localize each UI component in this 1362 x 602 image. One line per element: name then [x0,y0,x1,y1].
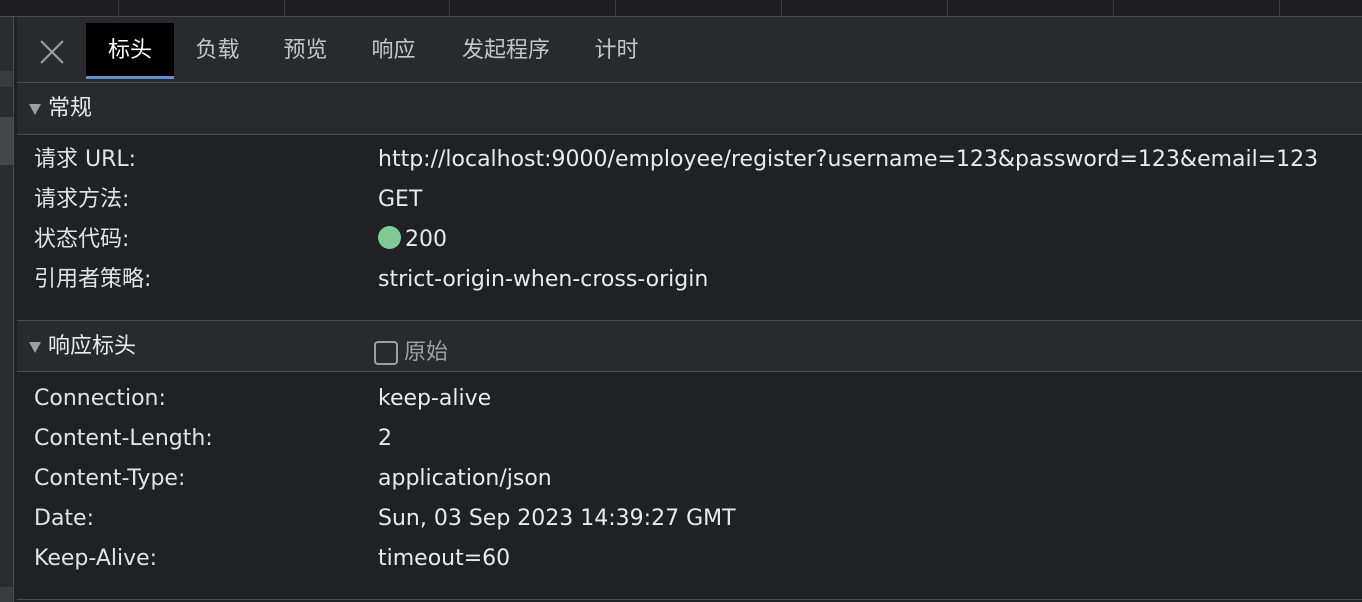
general-row-referrer-policy: 引用者策略: strict-origin-when-cross-origin [17,260,1362,300]
response-header-row: Content-Type: application/json [17,459,1362,499]
header-key: 请求方法: [34,187,130,212]
column-separator [781,0,782,17]
raw-checkbox[interactable] [374,341,398,365]
header-value: GET [378,187,423,212]
column-separator [1279,0,1280,17]
header-value: strict-origin-when-cross-origin [378,267,709,292]
header-value: http://localhost:9000/employee/register?… [378,147,1319,172]
gutter-selected-row[interactable] [0,117,13,165]
header-key: Content-Type: [34,466,186,491]
header-key: Keep-Alive: [34,546,158,571]
response-header-row: Keep-Alive: timeout=60 [17,539,1362,579]
general-row-status: 状态代码: 200 [17,220,1362,260]
status-ok-icon [378,226,401,249]
response-headers-section-title: 响应标头 [48,334,137,359]
close-icon [40,40,64,64]
devtools-network-details: 标头 负载 预览 响应 发起程序 计时 常规 请求 URL: http://lo… [0,0,1362,602]
details-tab-bar: 标头 负载 预览 响应 发起程序 计时 [17,17,1362,83]
gutter-row [0,71,13,87]
divider [17,599,1362,600]
header-value: timeout=60 [378,546,511,571]
header-key: 引用者策略: [34,267,152,292]
general-section-header[interactable]: 常规 [17,83,1362,135]
tab-preview[interactable]: 预览 [268,23,343,79]
triangle-down-icon[interactable] [29,104,41,115]
close-button[interactable] [37,37,67,67]
tab-initiator[interactable]: 发起程序 [445,23,567,79]
column-separator [1113,0,1114,17]
network-grid-remnant [0,0,1362,17]
raw-label: 原始 [404,340,449,365]
response-header-row: Date: Sun, 03 Sep 2023 14:39:27 GMT [17,499,1362,539]
header-key: 状态代码: [34,227,130,252]
column-separator [118,0,119,17]
header-key: Connection: [34,386,166,411]
general-section-title: 常规 [48,96,93,121]
header-value: 2 [378,426,392,451]
header-value: application/json [378,466,552,491]
request-list-gutter [0,17,14,602]
tab-response[interactable]: 响应 [356,23,431,79]
column-separator [284,0,285,17]
tab-payload[interactable]: 负载 [180,23,255,79]
column-separator [449,0,450,17]
header-key: Content-Length: [34,426,213,451]
header-key: 请求 URL: [34,147,137,172]
column-separator [947,0,948,17]
response-headers-section-header[interactable]: 响应标头 原始 [17,320,1362,372]
column-separator [615,0,616,17]
tab-timing[interactable]: 计时 [579,23,654,79]
triangle-down-icon[interactable] [29,342,41,353]
general-row-url: 请求 URL: http://localhost:9000/employee/r… [17,140,1362,180]
response-header-row: Content-Length: 2 [17,419,1362,459]
response-header-row: Connection: keep-alive [17,379,1362,419]
header-key: Date: [34,506,94,531]
header-value: Sun, 03 Sep 2023 14:39:27 GMT [378,506,736,531]
status-value: 200 [378,220,447,260]
header-value: keep-alive [378,386,492,411]
request-details-panel: 标头 负载 预览 响应 发起程序 计时 常规 请求 URL: http://lo… [17,17,1362,602]
status-code: 200 [405,227,447,252]
gutter-row [0,587,13,602]
tab-headers[interactable]: 标头 [86,23,174,79]
general-row-method: 请求方法: GET [17,180,1362,220]
